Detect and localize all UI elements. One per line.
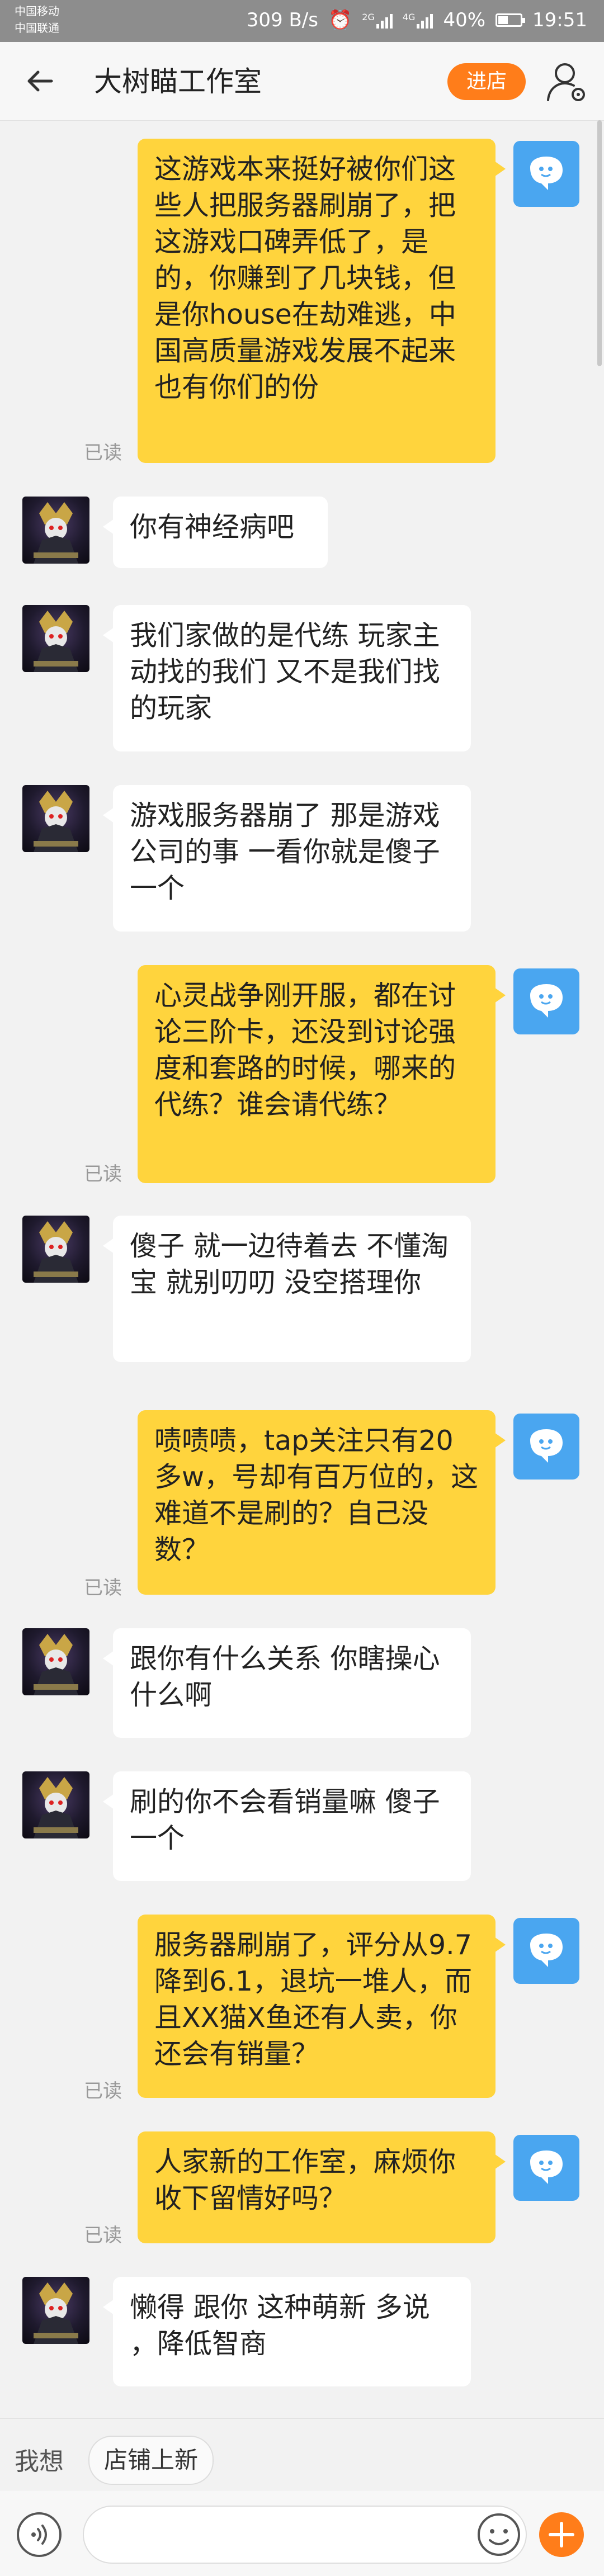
- chat-header: 大树瞄工作室 进店: [0, 42, 604, 121]
- incoming-message[interactable]: 傻子 就一边待着去 不懂淘宝 就别叨叨 没空搭理你: [103, 1216, 471, 1362]
- chat-bubble-face-icon: [530, 2150, 563, 2184]
- shop-avatar[interactable]: [22, 1216, 89, 1283]
- incoming-message[interactable]: 懒得 跟你 这种萌新 多说 ，降低智商: [103, 2277, 471, 2386]
- chat-bubble-face-icon: [530, 1934, 563, 1967]
- shop-avatar-image: [34, 1221, 78, 1283]
- signal-1-label: 2G: [362, 12, 375, 22]
- add-icon[interactable]: [538, 2511, 585, 2558]
- network-speed: 309 B/s: [246, 9, 318, 31]
- my-avatar[interactable]: [513, 1414, 579, 1480]
- chat-bubble-face-icon: [530, 157, 563, 190]
- status-indicators: 309 B/s ⏰ 2G 4G 40% 19:51: [247, 9, 587, 31]
- scrollbar[interactable]: [597, 120, 602, 366]
- clock: 19:51: [532, 9, 587, 31]
- read-receipt: 已读: [84, 2224, 122, 2247]
- outgoing-message[interactable]: 这游戏本来挺好被你们这些人把服务器刷崩了，把这游戏口碑弄低了，是的，你赚到了几块…: [138, 139, 506, 463]
- incoming-message[interactable]: 跟你有什么关系 你瞎操心什么啊: [103, 1628, 471, 1738]
- shop-avatar[interactable]: [22, 785, 89, 852]
- shop-avatar[interactable]: [22, 2277, 89, 2344]
- outgoing-message[interactable]: 人家新的工作室，麻烦你收下留情好吗？: [138, 2131, 506, 2243]
- user-settings-icon[interactable]: [544, 58, 591, 105]
- shop-avatar-image: [34, 502, 78, 564]
- shop-avatar-image: [34, 611, 78, 672]
- input-bar: [0, 2491, 604, 2576]
- shop-avatar-image: [34, 2282, 78, 2344]
- read-receipt: 已读: [84, 2080, 122, 2102]
- quick-reply-label: 我想: [15, 2447, 64, 2476]
- back-arrow-icon[interactable]: [22, 63, 58, 99]
- incoming-message[interactable]: 游戏服务器崩了 那是游戏公司的事 一看你就是傻子一个: [103, 785, 471, 932]
- outgoing-message[interactable]: 服务器刷崩了，评分从9.7降到6.1，退坑一堆人，而且XX猫X鱼还有人卖，你还会…: [138, 1915, 506, 2098]
- shop-avatar[interactable]: [22, 1628, 89, 1695]
- shop-avatar[interactable]: [22, 497, 89, 564]
- incoming-message[interactable]: 刷的你不会看销量嘛 傻子一个: [103, 1771, 471, 1881]
- signal-2-label: 4G: [402, 12, 416, 22]
- shop-avatar-image: [34, 1634, 78, 1695]
- incoming-message[interactable]: 你有神经病吧: [103, 497, 328, 568]
- battery-percent: 40%: [443, 9, 486, 31]
- outgoing-message[interactable]: 心灵战争刚开服，都在讨论三阶卡，还没到讨论强度和套路的时候，哪来的代练？谁会请代…: [138, 965, 506, 1183]
- quick-reply-chip[interactable]: 店铺上新: [88, 2436, 214, 2485]
- carrier-1: 中国移动: [15, 4, 59, 18]
- carrier-2: 中国联通: [15, 21, 59, 35]
- chat-title: 大树瞄工作室: [94, 65, 262, 98]
- status-bar: 中国移动 中国联通 309 B/s ⏰ 2G 4G 40% 19:51: [0, 0, 604, 42]
- read-receipt: 已读: [84, 1163, 122, 1185]
- outgoing-message[interactable]: 啧啧啧，tap关注只有20多w，号却有百万位的，这难道不是刷的？自己没数？: [138, 1410, 506, 1595]
- my-avatar[interactable]: [513, 968, 579, 1034]
- shop-avatar[interactable]: [22, 1771, 89, 1838]
- signal-icon: 2G: [362, 12, 393, 29]
- emoji-icon[interactable]: [476, 2512, 521, 2557]
- enter-shop-button[interactable]: 进店: [447, 63, 526, 100]
- battery-icon: [496, 13, 526, 27]
- alarm-icon: ⏰: [328, 9, 352, 31]
- shop-avatar[interactable]: [22, 605, 89, 672]
- shop-avatar-image: [34, 1777, 78, 1838]
- my-avatar[interactable]: [513, 1918, 579, 1984]
- voice-icon[interactable]: [16, 2511, 63, 2558]
- signal-icon-2: 4G: [403, 12, 433, 29]
- shop-avatar-image: [34, 791, 78, 852]
- incoming-message[interactable]: 我们家做的是代练 玩家主动找的我们 又不是我们找的玩家: [103, 605, 471, 751]
- my-avatar[interactable]: [513, 2135, 579, 2201]
- my-avatar[interactable]: [513, 141, 579, 207]
- message-input[interactable]: [83, 2506, 527, 2564]
- read-receipt: 已读: [84, 1577, 122, 1599]
- chat-bubble-face-icon: [530, 1429, 563, 1463]
- read-receipt: 已读: [84, 442, 122, 464]
- quick-reply-bar: 我想 店铺上新: [0, 2418, 604, 2492]
- chat-bubble-face-icon: [530, 984, 563, 1018]
